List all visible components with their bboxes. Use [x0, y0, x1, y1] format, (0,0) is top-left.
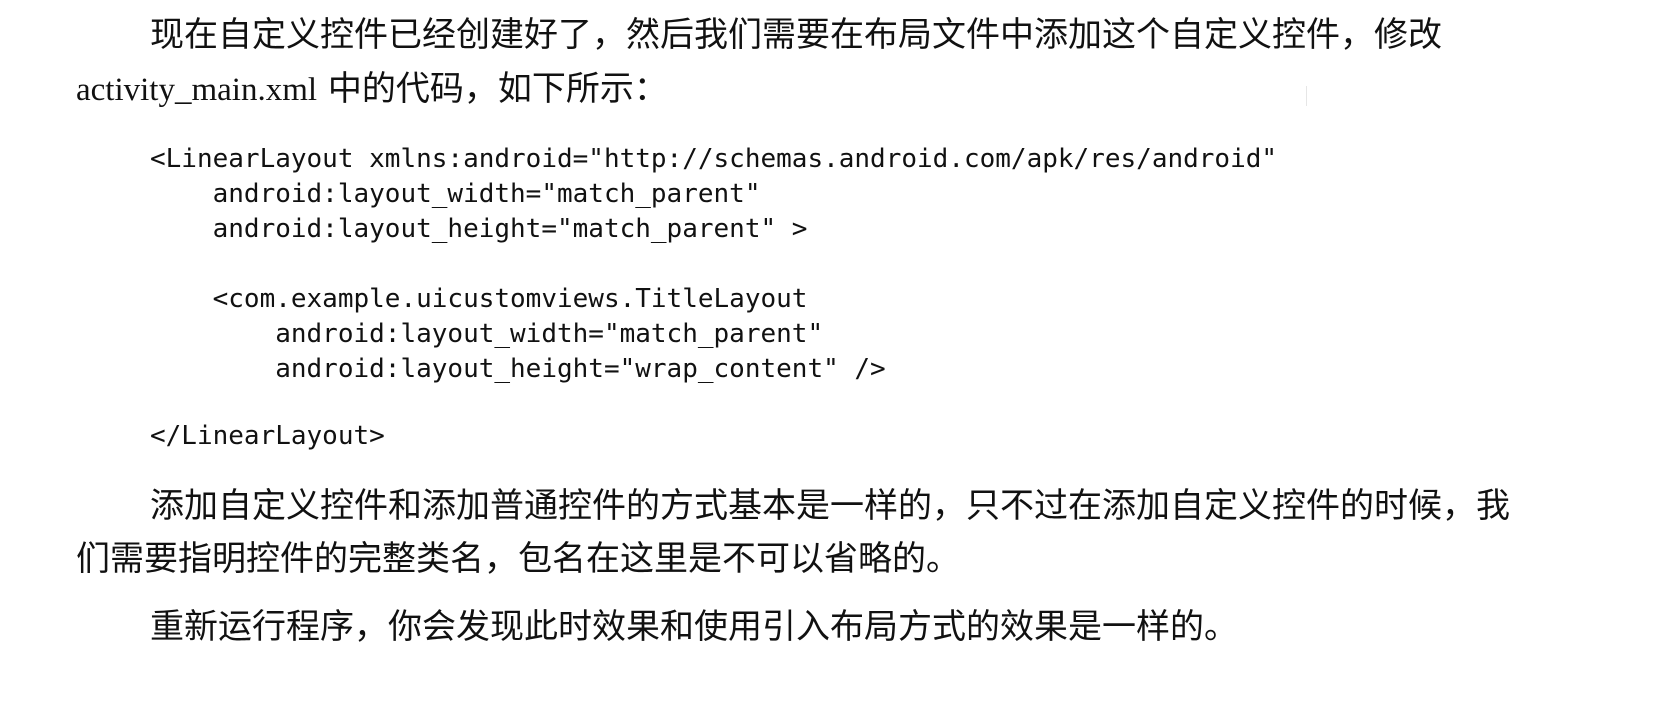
code-line: <com.example.uicustomviews.TitleLayout — [150, 284, 808, 314]
code-line: <LinearLayout xmlns:android="http://sche… — [150, 144, 1278, 174]
document-page: 现在自定义控件已经创建好了，然后我们需要在布局文件中添加这个自定义控件，修改 a… — [0, 0, 1656, 703]
filename-text: activity_main.xml — [76, 72, 318, 108]
intro-paragraph-line-2: activity_main.xml 中的代码，如下所示： — [76, 72, 1636, 107]
intro-paragraph-line-1: 现在自定义控件已经创建好了，然后我们需要在布局文件中添加这个自定义控件，修改 — [150, 15, 1442, 55]
explain-paragraph-line-2: 们需要指明控件的完整类名，包名在这里是不可以省略的。 — [76, 539, 960, 579]
code-line: android:layout_height="match_parent" > — [150, 214, 808, 244]
scan-artifact-mark — [1306, 86, 1307, 106]
code-line: </LinearLayout> — [150, 421, 385, 451]
explain-paragraph-line-1: 添加自定义控件和添加普通控件的方式基本是一样的，只不过在添加自定义控件的时候，我 — [150, 486, 1510, 526]
code-line: android:layout_height="wrap_content" /> — [150, 354, 886, 384]
intro-paragraph-line-2-rest: 中的代码，如下所示： — [317, 69, 668, 109]
code-line: android:layout_width="match_parent" — [150, 179, 761, 209]
code-line: android:layout_width="match_parent" — [150, 319, 824, 349]
rerun-paragraph: 重新运行程序，你会发现此时效果和使用引入布局方式的效果是一样的。 — [150, 607, 1238, 647]
